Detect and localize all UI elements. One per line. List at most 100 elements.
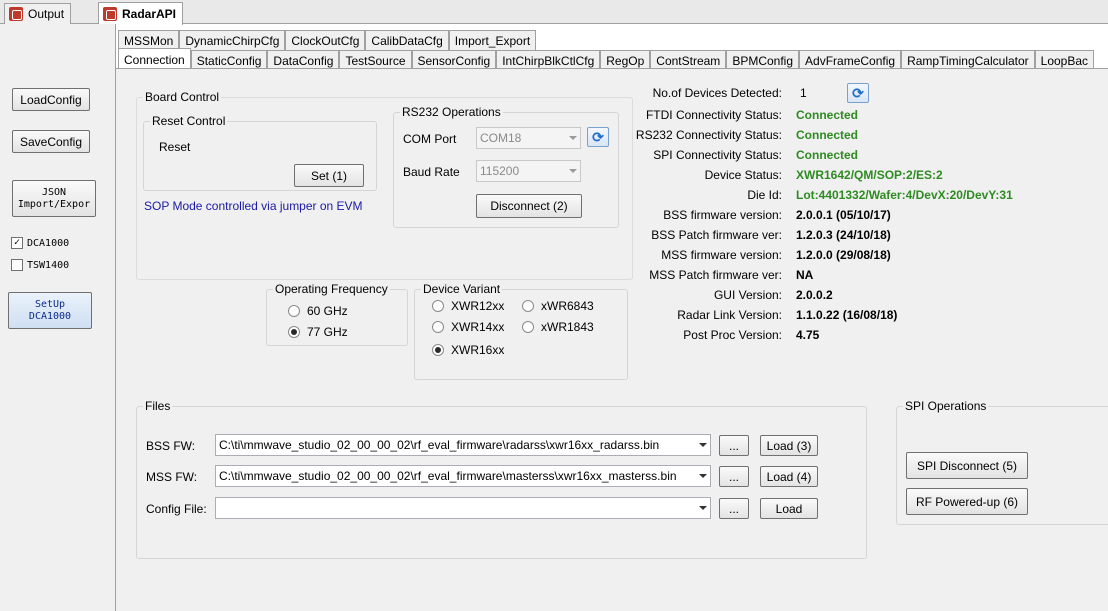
rs232-status-label: RS232 Connectivity Status: — [635, 128, 782, 142]
radio-off-icon — [432, 300, 444, 312]
tab-dynamicchirpcfg[interactable]: DynamicChirpCfg — [179, 30, 286, 50]
tab-advframeconfig[interactable]: AdvFrameConfig — [799, 50, 902, 70]
mss-browse-button[interactable]: ... — [719, 466, 749, 487]
mss-patch-version-value: NA — [796, 268, 814, 282]
xwr14xx-label: XWR14xx — [451, 320, 505, 334]
tab-intchirpblkctlcfg[interactable]: IntChirpBlkCtlCfg — [496, 50, 601, 70]
devices-detected-value: 1 — [800, 86, 807, 100]
mss-fw-label: MSS FW: — [146, 470, 198, 484]
mss-fw-path: C:\ti\mmwave_studio_02_00_00_02\rf_eval_… — [219, 469, 677, 483]
tab-connection[interactable]: Connection — [118, 48, 191, 70]
dropdown-arrow-icon — [569, 136, 577, 140]
tab-calibdatacfg[interactable]: CalibDataCfg — [365, 30, 449, 50]
radio-xwr12xx[interactable]: XWR12xx — [432, 299, 504, 313]
save-config-button[interactable]: SaveConfig — [12, 130, 90, 153]
refresh-com-icon[interactable]: ⟳ — [587, 127, 609, 147]
config-browse-button[interactable]: ... — [719, 498, 749, 519]
spi-status-label: SPI Connectivity Status: — [653, 148, 782, 162]
reset-control-group: Reset Control Reset Set (1) — [143, 114, 377, 191]
radio-off-icon — [522, 321, 534, 333]
ftdi-status-label: FTDI Connectivity Status: — [645, 108, 782, 122]
mss-fw-version-value: 1.2.0.0 (29/08/18) — [796, 248, 891, 262]
rf-powered-up-button[interactable]: RF Powered-up (6) — [906, 488, 1028, 515]
bss-fw-version-value: 2.0.0.1 (05/10/17) — [796, 208, 891, 222]
post-proc-version-value: 4.75 — [796, 328, 820, 342]
mss-patch-version-label: MSS Patch firmware ver: — [649, 268, 782, 282]
disconnect-button[interactable]: Disconnect (2) — [476, 194, 582, 218]
setup-dca1000-button[interactable]: SetUp DCA1000 — [8, 292, 92, 329]
tab-row-top: MSSMon DynamicChirpCfg ClockOutCfg Calib… — [118, 30, 537, 50]
tab-clockoutcfg[interactable]: ClockOutCfg — [285, 30, 366, 50]
config-load-button[interactable]: Load — [760, 498, 818, 519]
empty-checkbox-icon — [11, 259, 23, 271]
tab-regop[interactable]: RegOp — [600, 50, 651, 70]
bss-browse-button[interactable]: ... — [719, 435, 749, 456]
bss-load-button[interactable]: Load (3) — [760, 435, 818, 456]
mss-fw-path-select[interactable]: C:\ti\mmwave_studio_02_00_00_02\rf_eval_… — [215, 465, 711, 487]
set-button[interactable]: Set (1) — [294, 164, 364, 187]
radio-on-icon — [432, 344, 444, 356]
reset-control-title: Reset Control — [150, 114, 228, 128]
xwr16xx-label: XWR16xx — [451, 343, 505, 357]
config-file-select[interactable] — [215, 497, 711, 519]
spi-status-value: Connected — [796, 148, 859, 162]
tsw1400-checkbox[interactable]: TSW1400 — [11, 259, 69, 271]
bss-fw-path-select[interactable]: C:\ti\mmwave_studio_02_00_00_02\rf_eval_… — [215, 434, 711, 456]
post-proc-version-label: Post Proc Version: — [683, 328, 782, 342]
bss-fw-path: C:\ti\mmwave_studio_02_00_00_02\rf_eval_… — [219, 438, 660, 452]
tab-import-export[interactable]: Import_Export — [448, 30, 537, 50]
refresh-devices-icon[interactable]: ⟳ — [847, 83, 869, 103]
rs232-status-value: Connected — [796, 128, 859, 142]
document-tab-strip: Output RadarAPI — [0, 0, 1108, 25]
com-port-select[interactable]: COM18 — [476, 127, 581, 149]
tab-output[interactable]: Output — [4, 3, 72, 24]
operating-frequency-title: Operating Frequency — [273, 282, 390, 296]
tab-output-label: Output — [28, 7, 65, 21]
baud-rate-label: Baud Rate — [403, 165, 460, 179]
tab-staticconfig[interactable]: StaticConfig — [190, 50, 268, 70]
board-control-group: Board Control Reset Control Reset Set (1… — [136, 90, 633, 280]
radarapi-icon — [103, 7, 117, 21]
json-label-2: Import/Expor — [17, 198, 91, 210]
bss-patch-version-label: BSS Patch firmware ver: — [651, 228, 782, 242]
gui-version-label: GUI Version: — [713, 288, 782, 302]
tab-ramptimingcalculator[interactable]: RampTimingCalculator — [901, 50, 1035, 70]
device-variant-group: Device Variant XWR12xx xWR6843 XWR14xx x… — [414, 282, 628, 380]
config-file-label: Config File: — [146, 502, 207, 516]
files-group: Files BSS FW: C:\ti\mmwave_studio_02_00_… — [136, 399, 867, 559]
device-status-value: XWR1642/QM/SOP:2/ES:2 — [796, 168, 943, 182]
bss-fw-version-label: BSS firmware version: — [663, 208, 782, 222]
json-import-export-button[interactable]: JSON Import/Expor — [12, 180, 96, 217]
tsw1400-label: TSW1400 — [27, 259, 70, 271]
tab-radarapi-label: RadarAPI — [122, 7, 177, 21]
load-config-button[interactable]: LoadConfig — [12, 88, 90, 111]
spi-disconnect-button[interactable]: SPI Disconnect (5) — [906, 452, 1028, 479]
radio-xwr1843[interactable]: xWR1843 — [522, 320, 594, 334]
tab-bpmconfig[interactable]: BPMConfig — [726, 50, 800, 70]
board-control-title: Board Control — [143, 90, 222, 104]
tab-loopback[interactable]: LoopBac — [1034, 50, 1095, 70]
radio-xwr16xx[interactable]: XWR16xx — [432, 343, 504, 357]
tab-testsource[interactable]: TestSource — [339, 50, 412, 70]
baud-rate-select[interactable]: 115200 — [476, 160, 581, 182]
radio-77ghz[interactable]: 77 GHz — [288, 325, 348, 339]
xwr12xx-label: XWR12xx — [451, 299, 505, 313]
com-port-label: COM Port — [403, 132, 457, 146]
radio-off-icon — [522, 300, 534, 312]
mss-load-button[interactable]: Load (4) — [760, 466, 818, 487]
radio-xwr14xx[interactable]: XWR14xx — [432, 320, 504, 334]
sop-mode-note: SOP Mode controlled via jumper on EVM — [144, 199, 363, 213]
dca1000-checkbox[interactable]: ✓ DCA1000 — [11, 237, 69, 249]
bss-fw-label: BSS FW: — [146, 439, 196, 453]
left-panel: LoadConfig SaveConfig JSON Import/Expor … — [0, 24, 116, 611]
devices-detected-label: No.of Devices Detected: — [652, 86, 782, 100]
radio-xwr6843[interactable]: xWR6843 — [522, 299, 594, 313]
rs232-operations-group: RS232 Operations COM Port COM18 ⟳ Baud R… — [393, 105, 619, 228]
tab-mssmon[interactable]: MSSMon — [118, 30, 180, 50]
tab-contstream[interactable]: ContStream — [650, 50, 727, 70]
radio-60ghz[interactable]: 60 GHz — [288, 304, 348, 318]
tab-radarapi[interactable]: RadarAPI — [98, 2, 184, 25]
tab-dataconfig[interactable]: DataConfig — [267, 50, 340, 70]
tab-sensorconfig[interactable]: SensorConfig — [411, 50, 497, 70]
setup-label-1: SetUp — [34, 298, 66, 310]
